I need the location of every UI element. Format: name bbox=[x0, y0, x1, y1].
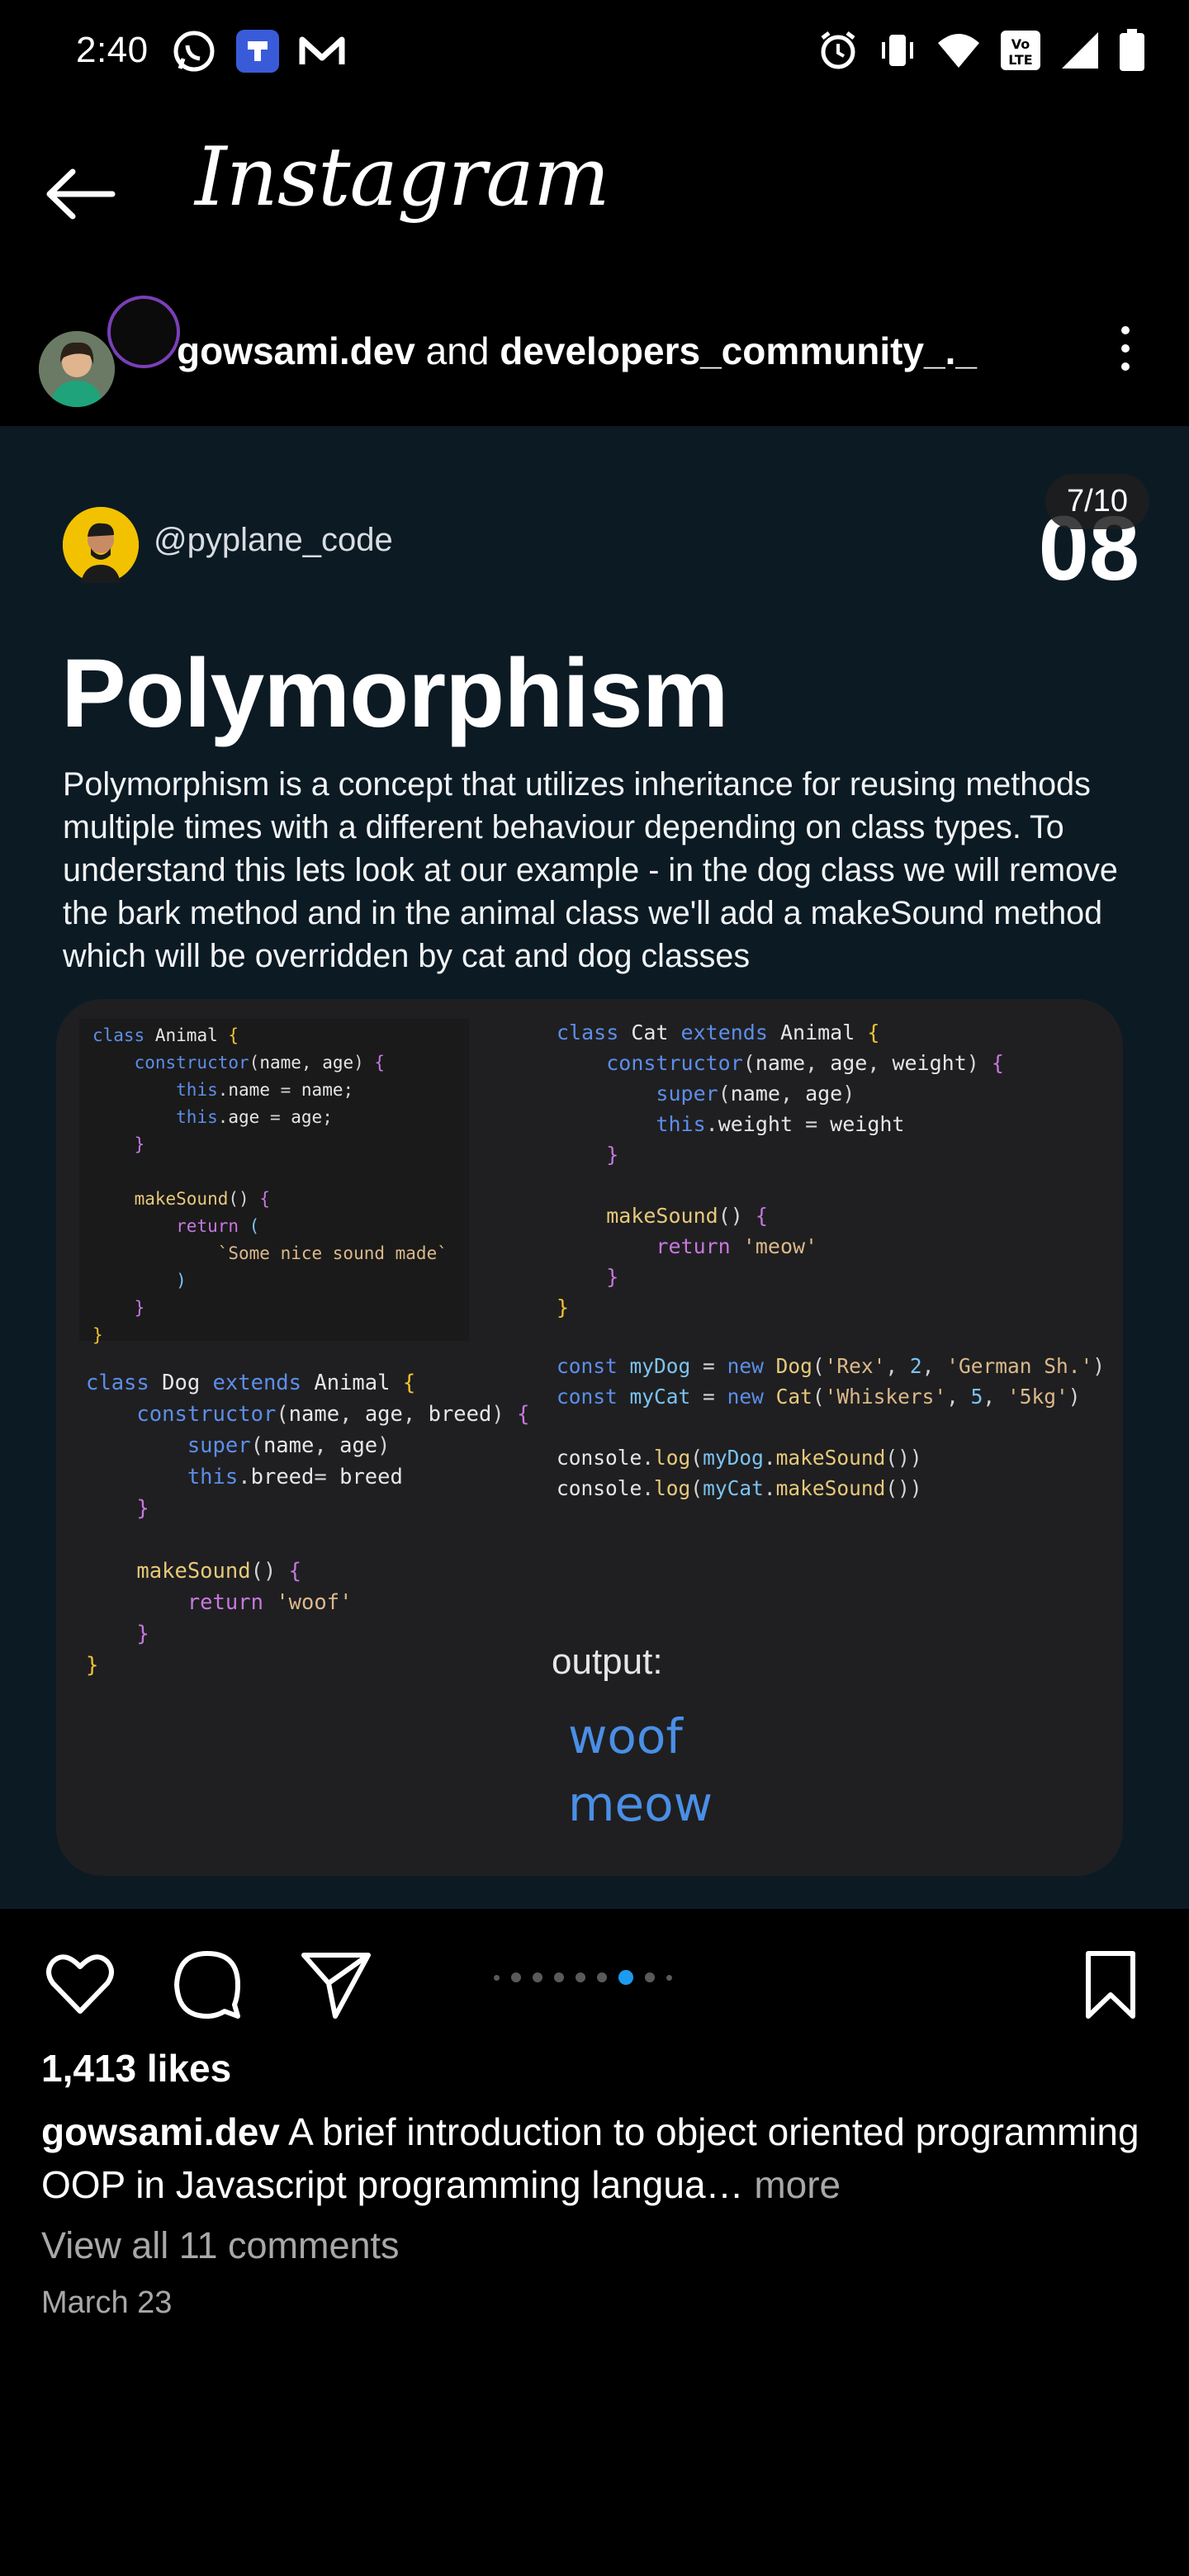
more-vertical-icon bbox=[1121, 326, 1130, 371]
bookmark-icon bbox=[1086, 1951, 1135, 2019]
app-icon bbox=[236, 30, 279, 73]
slide-title: Polymorphism bbox=[61, 639, 729, 748]
author-connector: and bbox=[414, 329, 500, 372]
carousel-counter: 7/10 bbox=[1045, 474, 1149, 529]
volte-icon: Vo LTE bbox=[1001, 31, 1040, 70]
save-button[interactable] bbox=[1073, 1947, 1148, 2021]
author-2[interactable]: developers_community_._ bbox=[500, 329, 977, 372]
output-line-2: meow bbox=[568, 1776, 713, 1832]
carousel-dot bbox=[511, 1972, 521, 1982]
vibrate-icon bbox=[882, 35, 913, 66]
share-button[interactable] bbox=[299, 1947, 373, 2021]
code-cat-class: class Cat extends Animal { constructor(n… bbox=[557, 1020, 1004, 1319]
heart-icon bbox=[46, 1954, 114, 2014]
carousel-dot bbox=[576, 1972, 585, 1982]
output-lines: woof meow bbox=[568, 1702, 713, 1838]
carousel-dot bbox=[666, 1974, 672, 1981]
output-label: output: bbox=[552, 1641, 663, 1682]
alarm-icon bbox=[821, 31, 855, 69]
status-left-icons bbox=[172, 28, 345, 74]
instagram-logo: Instagram bbox=[195, 130, 610, 225]
comment-button[interactable] bbox=[170, 1947, 244, 2021]
signal-icon bbox=[1062, 32, 1098, 69]
creator-handle: @pyplane_code bbox=[154, 522, 393, 558]
like-button[interactable] bbox=[43, 1947, 117, 2021]
caption: gowsami.dev A brief introduction to obje… bbox=[41, 2105, 1148, 2211]
likes-count[interactable]: 1,413 likes bbox=[41, 2046, 231, 2091]
battery-icon bbox=[1120, 29, 1144, 71]
carousel-dot bbox=[597, 1972, 607, 1982]
status-right-icons: Vo LTE bbox=[817, 28, 1146, 73]
carousel-dot bbox=[494, 1974, 500, 1981]
comment-icon bbox=[174, 1951, 240, 2019]
caption-more-link[interactable]: more bbox=[754, 2163, 841, 2206]
creator-avatar bbox=[63, 507, 139, 583]
author-avatars[interactable] bbox=[36, 296, 180, 411]
whatsapp-icon bbox=[173, 31, 215, 72]
caption-author[interactable]: gowsami.dev bbox=[41, 2110, 280, 2153]
carousel-dot-active bbox=[618, 1970, 633, 1985]
carousel-dot bbox=[554, 1972, 564, 1982]
carousel-dots bbox=[494, 1970, 672, 1985]
status-time: 2:40 bbox=[76, 30, 149, 70]
gmail-icon bbox=[299, 36, 345, 64]
carousel-dot bbox=[645, 1972, 655, 1982]
svg-text:LTE: LTE bbox=[1008, 52, 1032, 68]
post-authors[interactable]: gowsami.dev and developers_community_._ bbox=[177, 329, 977, 373]
back-button[interactable] bbox=[43, 165, 117, 223]
send-icon bbox=[301, 1953, 371, 2019]
more-options-button[interactable] bbox=[1113, 324, 1138, 373]
post-date: March 23 bbox=[41, 2285, 173, 2320]
back-arrow-icon bbox=[46, 168, 116, 220]
author-1[interactable]: gowsami.dev bbox=[177, 329, 415, 372]
code-usage: const myDog = new Dog('Rex', 2, 'German … bbox=[557, 1354, 1105, 1500]
svg-text:Vo: Vo bbox=[1011, 36, 1030, 52]
output-line-1: woof bbox=[568, 1708, 683, 1764]
slide-body: Polymorphism is a concept that utilizes … bbox=[63, 766, 1118, 974]
view-comments-link[interactable]: View all 11 comments bbox=[41, 2224, 400, 2267]
wifi-icon bbox=[938, 34, 979, 68]
code-dog-class: class Dog extends Animal { constructor(n… bbox=[86, 1371, 530, 1678]
author-avatar bbox=[36, 329, 117, 410]
carousel-dot bbox=[533, 1972, 542, 1982]
code-animal-class: class Animal { constructor(name, age) { … bbox=[92, 1025, 448, 1345]
